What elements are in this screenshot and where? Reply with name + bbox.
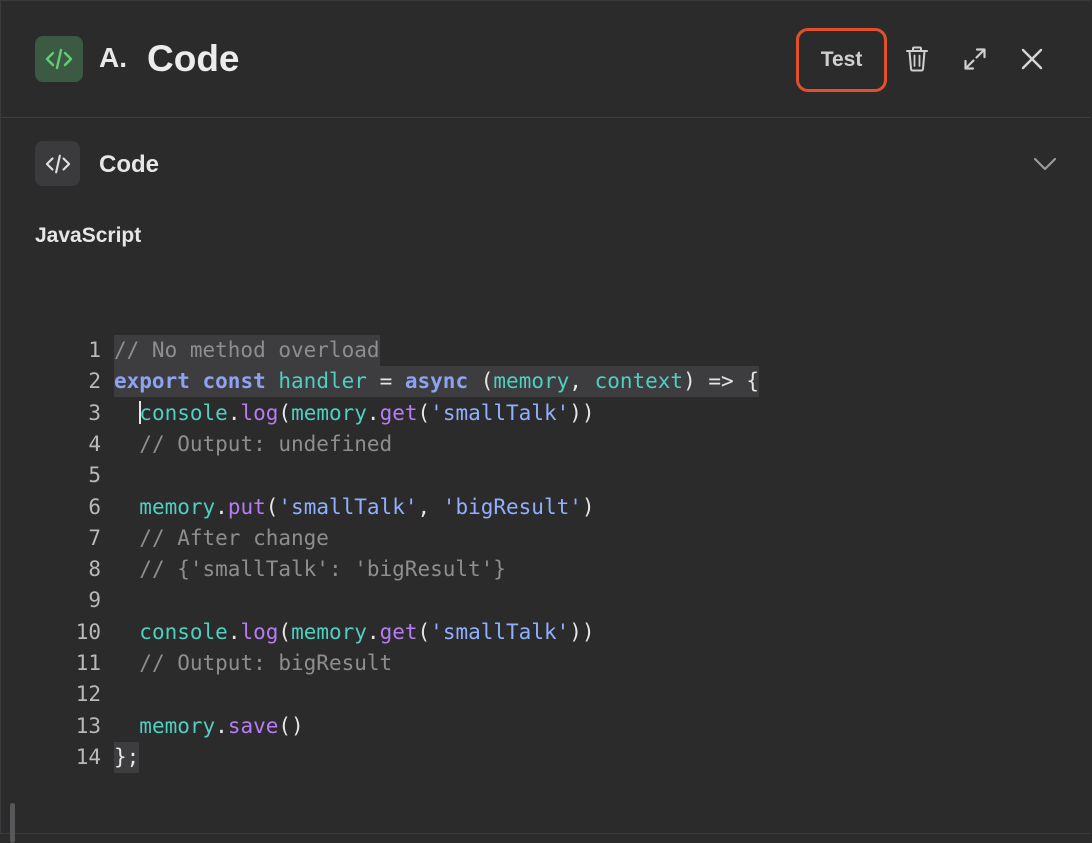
line-number: 12 [75, 682, 101, 706]
trash-icon [906, 46, 928, 72]
line-number: 4 [88, 432, 101, 456]
code-icon [35, 141, 80, 186]
line-number: 5 [88, 463, 101, 487]
code-line-text[interactable]: console.log(memory.get('smallTalk')) [114, 398, 595, 429]
language-label: JavaScript [35, 224, 142, 247]
line-number: 7 [88, 526, 101, 550]
code-line[interactable]: 14}; [61, 742, 1061, 773]
line-number: 1 [88, 338, 101, 362]
code-line-text[interactable]: // No method overload [114, 335, 380, 366]
line-number: 9 [88, 588, 101, 612]
code-icon [35, 36, 83, 82]
scrollbar-thumb[interactable] [10, 803, 15, 843]
code-line[interactable]: 12 [61, 679, 1061, 710]
code-step-panel: A. Code Test Code JavaScript 1 // No met… [0, 0, 1091, 843]
code-line[interactable]: 7 // After change [61, 523, 1061, 554]
close-icon [1021, 48, 1043, 70]
code-line-text[interactable]: memory.save() [114, 711, 303, 742]
code-line-text[interactable]: console.log(memory.get('smallTalk')) [114, 617, 594, 648]
step-prefix: A. [99, 42, 127, 73]
chevron-down-icon [1033, 157, 1057, 171]
code-section-header[interactable]: Code [1, 118, 1091, 208]
code-line[interactable]: 10 console.log(memory.get('smallTalk')) [61, 617, 1061, 648]
expand-button[interactable] [957, 41, 993, 77]
code-line[interactable]: 9 [61, 585, 1061, 616]
code-line-text[interactable]: // {'smallTalk': 'bigResult'} [114, 554, 506, 585]
code-line[interactable]: 6 memory.put('smallTalk', 'bigResult') [61, 492, 1061, 523]
code-line-text[interactable]: memory.put('smallTalk', 'bigResult') [114, 492, 594, 523]
code-line-text[interactable]: // Output: bigResult [114, 648, 392, 679]
page-title[interactable]: Code [147, 38, 240, 80]
code-line[interactable]: 4 // Output: undefined [61, 429, 1061, 460]
panel-header: A. Code Test [1, 1, 1091, 118]
expand-icon [964, 48, 986, 70]
line-number: 10 [75, 620, 101, 644]
code-line[interactable]: 11 // Output: bigResult [61, 648, 1061, 679]
test-button[interactable]: Test [796, 28, 887, 92]
code-line-text[interactable]: export const handler = async (memory, co… [114, 366, 760, 397]
delete-button[interactable] [899, 41, 935, 77]
code-line[interactable]: 2 export const handler = async (memory, c… [61, 366, 1061, 397]
line-number: 13 [75, 714, 101, 738]
code-line[interactable]: 3 console.log(memory.get('smallTalk')) [61, 398, 1061, 429]
line-number: 2 [88, 369, 101, 393]
code-line[interactable]: 5 [61, 460, 1061, 491]
code-line-text[interactable]: // Output: undefined [114, 429, 392, 460]
code-line[interactable]: 13 memory.save() [61, 711, 1061, 742]
collapse-toggle[interactable] [1029, 148, 1061, 180]
code-line-text[interactable]: }; [114, 742, 140, 773]
line-number: 11 [75, 651, 101, 675]
section-title: Code [99, 151, 159, 178]
line-number: 3 [88, 401, 101, 425]
line-number: 14 [75, 745, 101, 769]
line-number: 6 [88, 495, 101, 519]
code-line-text[interactable]: // After change [114, 523, 329, 554]
code-editor[interactable]: 1 // No method overload 2 export const hand… [61, 335, 1061, 775]
code-line[interactable]: 8 // {'smallTalk': 'bigResult'} [61, 554, 1061, 585]
line-number: 8 [88, 557, 101, 581]
close-button[interactable] [1014, 41, 1050, 77]
code-line[interactable]: 1 // No method overload [61, 335, 1061, 366]
